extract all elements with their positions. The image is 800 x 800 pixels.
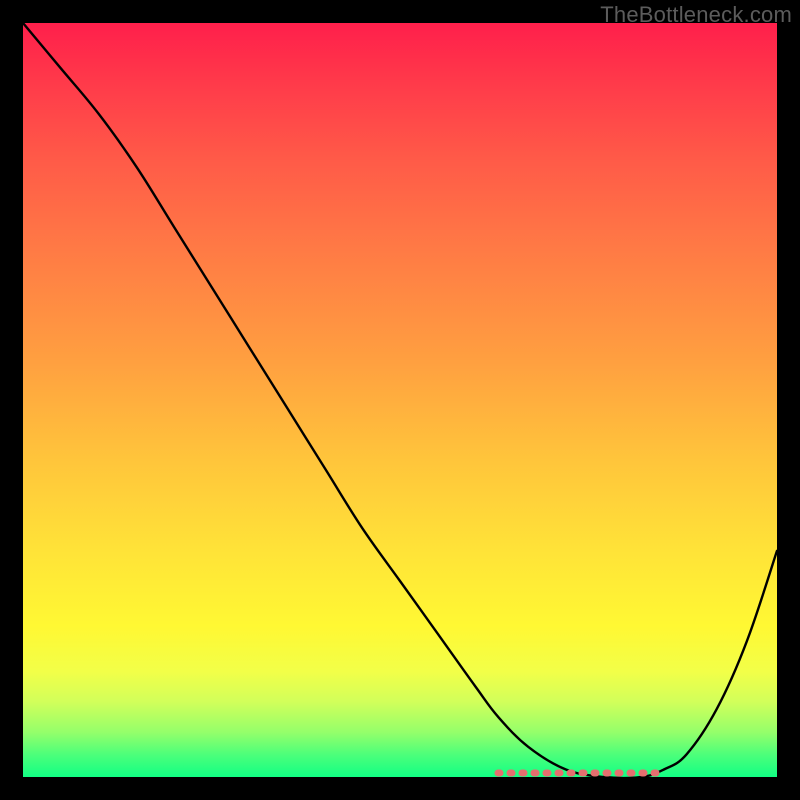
chart-stage: TheBottleneck.com bbox=[0, 0, 800, 800]
curve-layer bbox=[23, 23, 777, 777]
plot-area bbox=[23, 23, 777, 777]
watermark-text: TheBottleneck.com bbox=[600, 2, 792, 28]
bottleneck-curve bbox=[23, 23, 777, 777]
